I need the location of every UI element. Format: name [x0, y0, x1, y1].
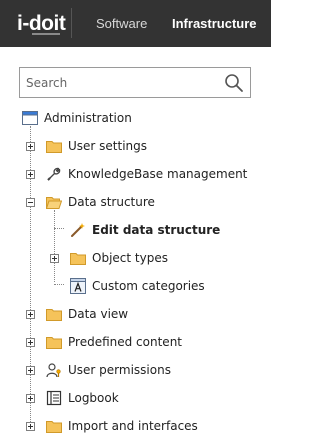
tab-software[interactable]: Software: [96, 16, 147, 31]
tree-item-custom-categories[interactable]: Custom categories: [0, 274, 271, 298]
tree-item-label: User permissions: [68, 363, 171, 377]
tree-item-label: Logbook: [68, 391, 119, 405]
magic-wand-icon: [71, 223, 85, 237]
logo-underline: [32, 33, 60, 35]
tree-item-label: Import and interfaces: [68, 419, 198, 433]
tab-infrastructure[interactable]: Infrastructure: [172, 16, 257, 31]
tree-item-user-permissions[interactable]: User permissions: [0, 358, 271, 382]
expand-icon[interactable]: [50, 254, 59, 263]
tree-root-administration[interactable]: Administration: [0, 106, 271, 130]
expand-icon[interactable]: [26, 422, 35, 431]
tree-item-import-and-interfaces[interactable]: Import and interfaces: [0, 414, 271, 438]
nav-divider: [71, 8, 72, 38]
tree-item-label: Object types: [92, 251, 168, 265]
tree-item-label: Data structure: [68, 195, 155, 209]
logbook-icon: [46, 390, 62, 406]
expand-icon[interactable]: [26, 170, 35, 179]
wrench-icon: [47, 167, 61, 181]
tree-item-knowledgebase-management[interactable]: KnowledgeBase management: [0, 162, 271, 186]
user-key-icon: [46, 363, 61, 378]
folder-icon: [70, 253, 86, 265]
expand-icon[interactable]: [26, 142, 35, 151]
search-input[interactable]: [20, 68, 215, 97]
folder-icon: [46, 309, 62, 321]
folder-icon: [46, 421, 62, 433]
window-icon: [22, 111, 38, 125]
expand-icon[interactable]: [26, 366, 35, 375]
folder-icon: [46, 141, 62, 153]
tree-item-object-types[interactable]: Object types: [0, 246, 271, 270]
expand-icon[interactable]: [26, 394, 35, 403]
tree-item-predefined-content[interactable]: Predefined content: [0, 330, 271, 354]
tree-item-label: Edit data structure: [92, 223, 221, 237]
folder-open-icon: [46, 197, 62, 209]
tree-item-label: Data view: [68, 307, 129, 321]
folder-icon: [46, 337, 62, 349]
expand-icon[interactable]: [26, 310, 35, 319]
search-box: [19, 67, 251, 98]
text-box-icon: [70, 278, 86, 294]
tree-item-label: Predefined content: [68, 335, 182, 349]
tree-item-edit-data-structure[interactable]: Edit data structure: [0, 218, 271, 242]
tree-item-data-view[interactable]: Data view: [0, 302, 271, 326]
tree-item-data-structure[interactable]: Data structure: [0, 190, 271, 214]
expand-icon[interactable]: [26, 338, 35, 347]
tree-item-label: User settings: [68, 139, 148, 153]
top-navigation-bar: i-doit Software Infrastructure: [0, 0, 271, 47]
tree-item-label: Administration: [44, 111, 132, 125]
tree-item-user-settings[interactable]: User settings: [0, 134, 271, 158]
tree-item-logbook[interactable]: Logbook: [0, 386, 271, 410]
search-icon[interactable]: [224, 73, 244, 93]
tree-item-label: KnowledgeBase management: [68, 167, 248, 181]
tree-item-label: Custom categories: [92, 279, 205, 293]
collapse-icon[interactable]: [26, 198, 35, 207]
